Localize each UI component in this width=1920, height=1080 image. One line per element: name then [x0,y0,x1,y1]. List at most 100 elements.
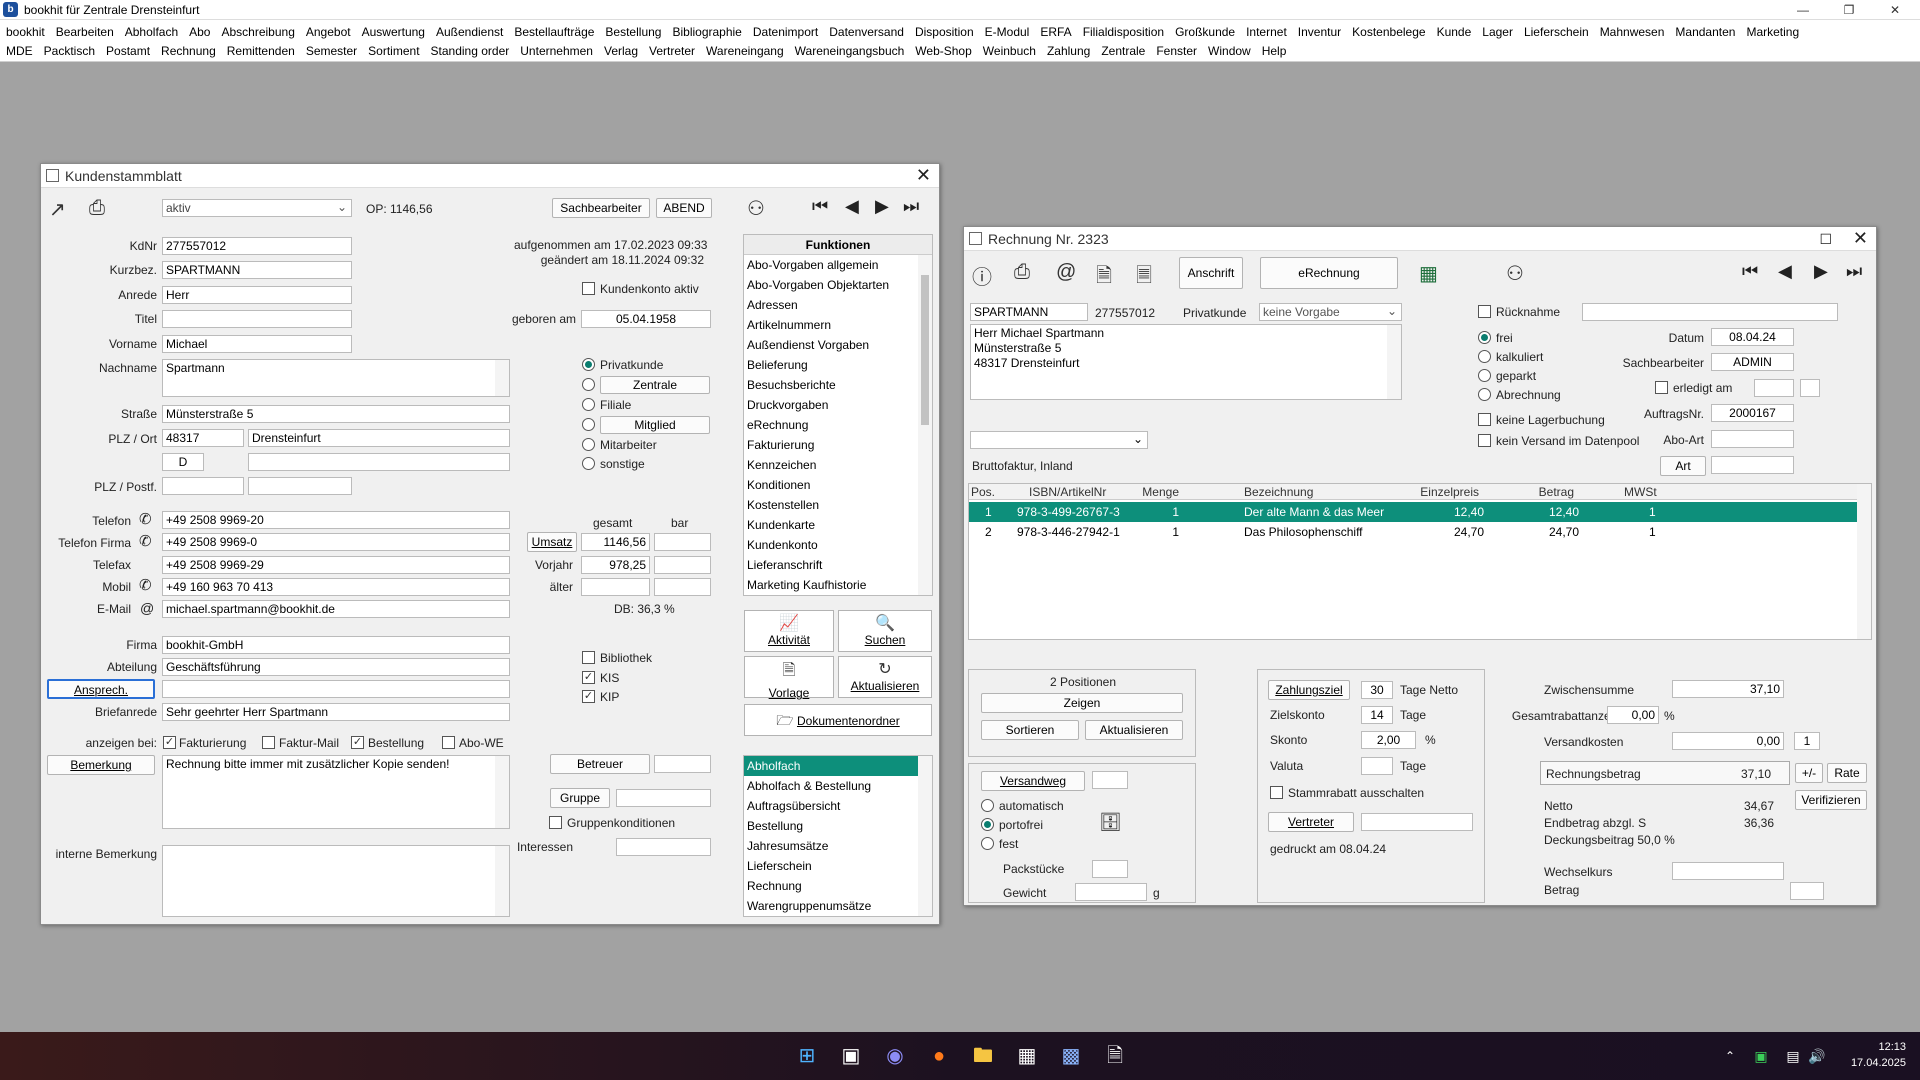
menu-item[interactable]: Semester [306,44,357,58]
scrollbar[interactable] [1387,325,1401,399]
teams-icon[interactable]: ◉ [881,1042,909,1070]
mitglied-radio[interactable] [582,418,595,431]
menu-item[interactable]: Datenversand [829,25,904,39]
zentrale-button[interactable]: Zentrale [600,376,710,394]
menu-item[interactable]: Mandanten [1675,25,1735,39]
start-icon[interactable]: ⊞ [793,1042,821,1070]
menu-item[interactable]: Lieferschein [1524,25,1589,39]
funktion-item[interactable]: Druckvorgaben [744,395,932,415]
vertreter-field[interactable] [1361,813,1473,831]
explorer-icon[interactable]: 🖿 [969,1042,997,1070]
aktivitaet-button[interactable]: 📈 Aktivität [744,610,834,652]
phone-icon[interactable]: ✆ [139,576,152,594]
anzeigen-fakturierung-checkbox[interactable]: ✓ [163,736,176,749]
bemerkung-button[interactable]: Bemerkung [47,755,155,775]
menu-item[interactable]: bookhit [6,25,45,39]
land-name-field[interactable] [248,453,510,471]
menu-item[interactable]: Angebot [306,25,351,39]
mitglied-button[interactable]: Mitglied [600,416,710,434]
auswertung-item[interactable]: Abholfach [744,756,932,776]
info-icon[interactable]: ⓘ [972,261,992,290]
email-field[interactable]: michael.spartmann@bookhit.de [162,600,510,618]
gruppe-button[interactable]: Gruppe [550,788,610,808]
betrag-field[interactable] [1790,882,1824,900]
versand-portofrei-radio[interactable] [981,818,994,831]
gruppenkond-checkbox[interactable] [549,816,562,829]
postfach-field[interactable] [248,477,352,495]
aboart-field[interactable] [1711,430,1794,448]
rate-button[interactable]: Rate [1827,763,1867,783]
tray-app-icon[interactable]: ▣ [1747,1042,1775,1070]
versandweg-button[interactable]: Versandweg [981,771,1085,791]
interessen-field[interactable] [616,838,711,856]
menu-item[interactable]: Internet [1246,25,1287,39]
menu-item[interactable]: Unternehmen [520,44,593,58]
contacts-icon[interactable]: ⚇ [1506,261,1524,286]
aelter-bar-field[interactable] [654,578,711,596]
column-header[interactable]: MWSt [1624,485,1664,499]
funktion-item[interactable]: Abo-Vorgaben Objektarten [744,275,932,295]
plus-minus-button[interactable]: +/- [1795,763,1823,783]
telefonfirma-field[interactable]: +49 2508 9969-0 [162,533,510,551]
column-header[interactable]: Pos. [971,485,1011,499]
ort-field[interactable]: Drensteinfurt [248,429,510,447]
funktion-item[interactable]: Fakturierung [744,435,932,455]
vorjahr-bar-field[interactable] [654,556,711,574]
art-button[interactable]: Art [1660,456,1706,476]
bibliothek-checkbox[interactable] [582,651,595,664]
auswertung-item[interactable]: Abholfach & Bestellung [744,776,932,796]
anzeigen-abowe-checkbox[interactable] [442,736,455,749]
open-external-icon[interactable]: ↗ [49,197,66,222]
kein-versand-checkbox[interactable] [1478,434,1491,447]
bookhit-icon[interactable]: ▩ [1057,1042,1085,1070]
restore-button[interactable]: ❐ [1826,0,1872,20]
excel-icon[interactable]: ▦ [1419,261,1438,286]
telefax-field[interactable]: +49 2508 9969-29 [162,556,510,574]
faktur-select[interactable]: ⌄ [970,431,1148,449]
auswertung-item[interactable]: Jahresumsätze [744,836,932,856]
menu-item[interactable]: Wareneingang [706,44,784,58]
auswertung-item[interactable]: Bestellung [744,816,932,836]
funktion-item[interactable]: Kundenkarte [744,515,932,535]
menu-item[interactable]: Bearbeiten [56,25,114,39]
archive-icon[interactable]: 🗄 [1099,812,1122,833]
prev-record-icon[interactable]: ◀ [1778,261,1792,282]
plz-field[interactable]: 48317 [162,429,244,447]
titel-field[interactable] [162,310,352,328]
funktion-item[interactable]: Marketing Kaufhistorie [744,575,932,595]
anzeigen-fakturmail-checkbox[interactable] [262,736,275,749]
first-record-icon[interactable]: ⏮ [1742,261,1758,282]
gesamtrabatt-field[interactable]: 0,00 [1607,706,1659,724]
menu-item[interactable]: Fenster [1156,44,1197,58]
menu-item[interactable]: Großkunde [1175,25,1235,39]
nachname-field[interactable]: Spartmann [162,359,510,397]
status-kalkuliert-radio[interactable] [1478,350,1491,363]
gruppe-field[interactable] [616,789,711,807]
plz-postfach-field[interactable] [162,477,244,495]
funktion-item[interactable]: Kostenstellen [744,495,932,515]
anschrift-button[interactable]: Anschrift [1179,257,1243,289]
menu-item[interactable]: Außendienst [436,25,503,39]
firefox-icon[interactable]: ● [925,1042,953,1070]
menu-item[interactable]: Kunde [1437,25,1472,39]
valuta-field[interactable] [1361,757,1393,775]
menu-item[interactable]: Datenimport [753,25,818,39]
erledigt-checkbox[interactable] [1655,381,1668,394]
skonto-field[interactable]: 2,00 [1361,731,1416,749]
menu-item[interactable]: Weinbuch [983,44,1036,58]
last-record-icon[interactable]: ⏭ [1846,261,1862,282]
scrollbar-thumb[interactable] [921,275,929,425]
close-icon[interactable]: ✕ [916,165,931,186]
menu-item[interactable]: Web-Shop [915,44,971,58]
versandkosten-count[interactable]: 1 [1794,732,1820,750]
umsatz-gesamt-field[interactable]: 1146,56 [581,533,650,551]
erledigt-date-field[interactable] [1754,379,1794,397]
funktion-item[interactable]: Außendienst Vorgaben [744,335,932,355]
verifizieren-button[interactable]: Verifizieren [1795,790,1867,810]
zwischensumme-field[interactable]: 37,10 [1672,680,1784,698]
at-icon[interactable]: @ [140,600,154,616]
auswertung-item[interactable]: Lieferschein [744,856,932,876]
auswertung-item[interactable]: Rechnung [744,876,932,896]
funktion-item[interactable]: Konditionen [744,475,932,495]
kundenkonto-checkbox[interactable] [582,282,595,295]
